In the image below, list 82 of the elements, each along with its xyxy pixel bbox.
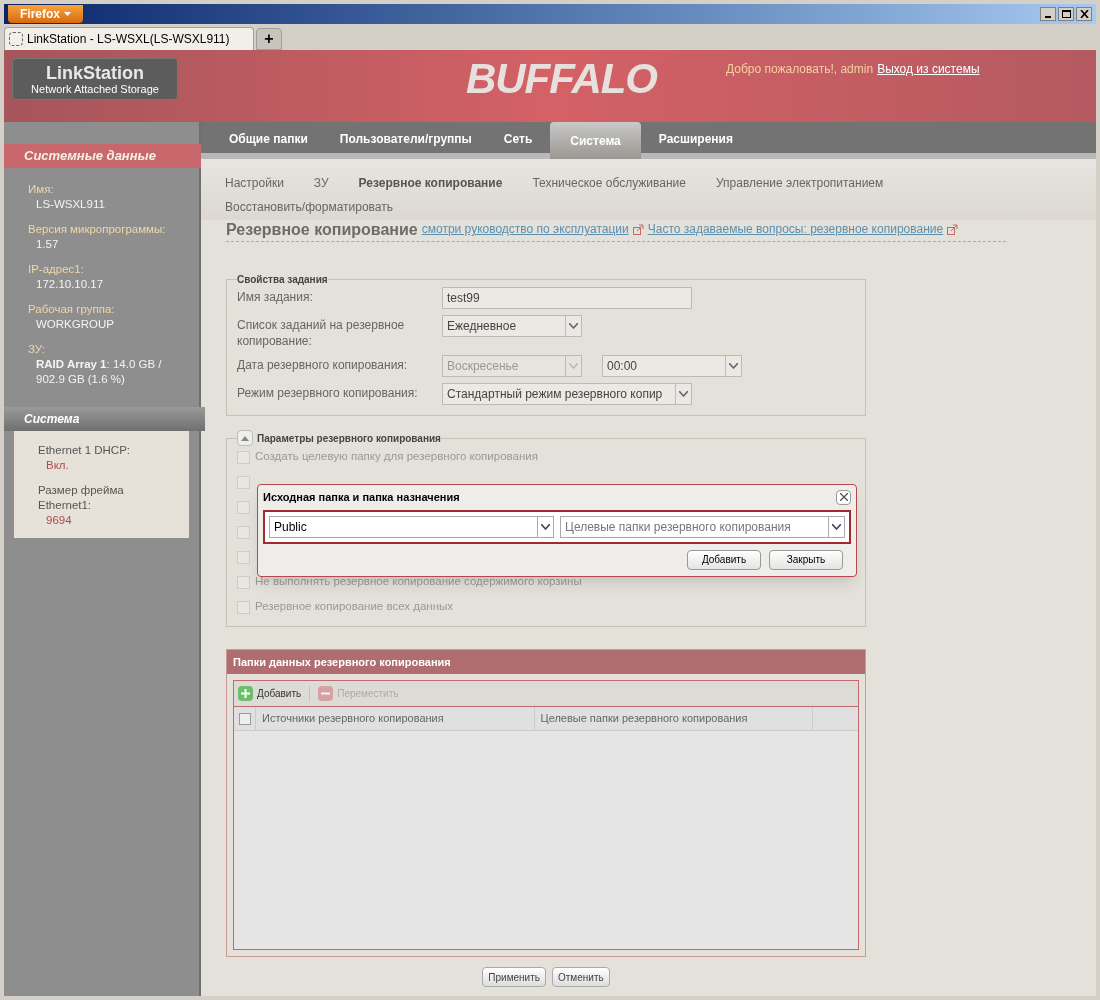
info-label: IP-адрес1: xyxy=(28,262,85,277)
nav-tab[interactable]: Общие папки xyxy=(215,122,322,153)
dialog-button[interactable]: Закрыть xyxy=(769,549,843,570)
field-label: Дата резервного копирования: xyxy=(237,357,409,373)
field-label: Режим резервного копирования: xyxy=(237,385,419,401)
info-label: Рабочая группа: xyxy=(28,302,116,317)
info-value: Вкл. xyxy=(45,458,70,473)
info-label: Ethernet 1 DHCP: xyxy=(38,443,132,458)
tab-title: LinkStation - LS-WSXL(LS-WSXL911) xyxy=(27,31,230,48)
checkbox-label: Не выполнять резервное копирование содержимого корзины xyxy=(255,574,582,590)
logout-link[interactable]: Выход из системы xyxy=(877,60,980,78)
info-value: 172.10.10.17 xyxy=(35,277,105,292)
subnav-link[interactable]: Восстановить/форматировать xyxy=(225,198,393,216)
subnav-link[interactable]: Резервное копирование xyxy=(358,174,503,192)
panel-legend: Свойства задания xyxy=(237,272,328,287)
subnav-link[interactable]: Техническое обслуживание xyxy=(532,174,686,192)
info-label: ЗУ: xyxy=(28,342,47,357)
browser-tab[interactable]: LinkStation - LS-WSXL(LS-WSXL911) xyxy=(4,27,254,50)
dialog-button[interactable]: Добавить xyxy=(687,549,761,570)
dialog-title: Исходная папка и папка назначения xyxy=(263,490,460,505)
triangle-icon xyxy=(241,435,249,441)
dropdown-icon xyxy=(828,516,844,537)
info-value: RAID Array 1: 14.0 GB / 902.9 GB (1.6 %) xyxy=(35,357,163,387)
brand-logo: BUFFALO xyxy=(466,58,657,100)
external-link-icon xyxy=(947,223,959,235)
maximize-button[interactable] xyxy=(1058,7,1074,21)
action-button[interactable]: Применить xyxy=(482,967,546,987)
close-icon xyxy=(1079,10,1089,18)
info-value: 9694 xyxy=(45,513,73,528)
select-all-checkbox[interactable] xyxy=(238,712,251,725)
logo-title: LinkStation xyxy=(46,63,144,82)
field-label: Список заданий на резервное копирование: xyxy=(237,317,406,349)
logo-subtitle: Network Attached Storage xyxy=(31,83,159,95)
field-label: Имя задания: xyxy=(237,289,314,305)
sidebar-section-title: Система xyxy=(4,407,205,431)
target-folder-select[interactable]: Целевые папки резервного копирования xyxy=(560,515,845,538)
column-header[interactable]: Целевые папки резервного копирования xyxy=(534,707,813,730)
dropdown-icon xyxy=(675,384,691,404)
minus-icon xyxy=(318,686,334,701)
dropdown-icon xyxy=(565,316,581,336)
dropdown[interactable]: 00:00 xyxy=(602,355,742,377)
minimize-button[interactable] xyxy=(1040,7,1056,21)
dropdown[interactable]: Ежедневное xyxy=(442,315,582,337)
toolbar-button[interactable]: Добавить xyxy=(238,686,302,701)
source-folder-select[interactable]: Public xyxy=(269,515,554,538)
firefox-menu-button[interactable]: Firefox xyxy=(8,5,83,23)
subnav-link[interactable]: ЗУ xyxy=(313,174,329,192)
close-button[interactable] xyxy=(1076,7,1092,21)
close-button[interactable] xyxy=(836,489,851,505)
info-label: Размер фрейма Ethernet1: xyxy=(38,483,125,513)
dropdown-icon xyxy=(565,356,581,376)
collapse-toggle[interactable] xyxy=(237,430,253,446)
action-button[interactable]: Отменить xyxy=(552,967,610,987)
page-icon xyxy=(9,32,23,46)
nav-tab[interactable]: Пользователи/группы xyxy=(325,122,486,153)
checkbox-label: Резервное копирование всех данных xyxy=(255,599,454,615)
help-link[interactable]: смотри руководство по эксплуатации xyxy=(421,220,629,238)
subnav-link[interactable]: Настройки xyxy=(225,174,284,192)
plus-icon xyxy=(238,686,253,701)
subnav-link[interactable]: Управление электропитанием xyxy=(716,174,884,192)
checkbox-label: Создать целевую папку для резервного копирования xyxy=(255,449,538,465)
info-label: Версия микропрограммы: xyxy=(28,222,167,237)
info-label: Имя: xyxy=(28,182,55,197)
external-link-icon xyxy=(632,223,644,235)
info-value: LS-WSXL911 xyxy=(35,197,106,212)
welcome-text: Добро пожаловать!, admin xyxy=(726,61,874,78)
panel-legend: Параметры резервного копирования xyxy=(257,430,441,446)
nav-tab[interactable]: Расширения xyxy=(644,122,747,153)
text-field[interactable]: test99 xyxy=(442,287,692,309)
caret-icon xyxy=(64,12,71,16)
dropdown-icon xyxy=(725,356,741,376)
new-tab-button[interactable]: + xyxy=(256,28,282,50)
info-value: 1.57 xyxy=(35,237,60,252)
close-icon xyxy=(839,493,848,502)
nav-tab[interactable]: Сеть xyxy=(489,122,547,153)
dropdown-icon xyxy=(537,516,553,537)
dropdown[interactable]: Стандартный режим резервного копир xyxy=(442,383,692,405)
info-value: WORKGROUP xyxy=(35,317,115,332)
page-title: Резервное копирование xyxy=(226,222,418,238)
help-link[interactable]: Часто задаваемые вопросы: резервное копирование xyxy=(647,220,944,238)
column-header[interactable]: Источники резервного копирования xyxy=(256,707,535,730)
panel-title: Папки данных резервного копирования xyxy=(227,650,865,674)
